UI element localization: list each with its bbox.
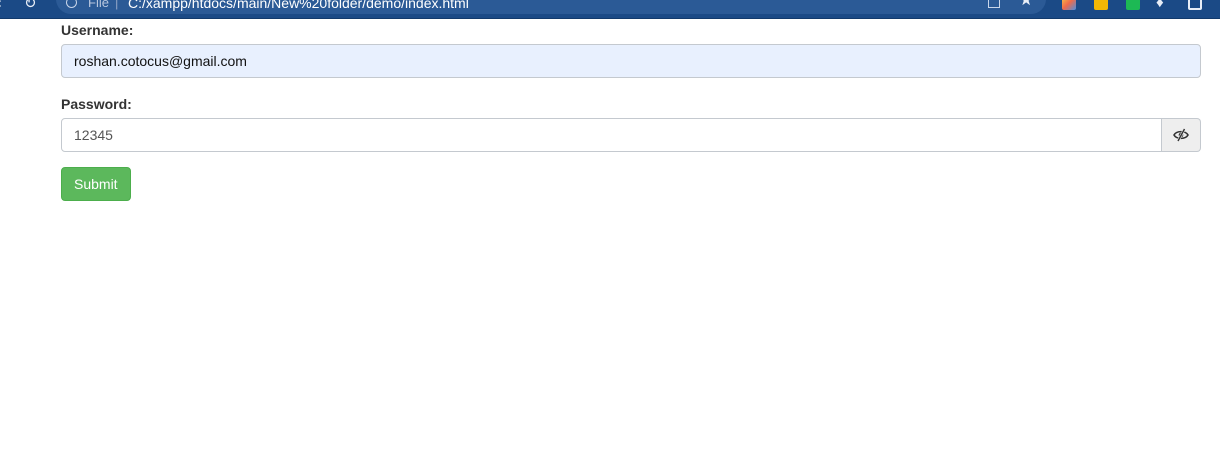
extension-icon[interactable] bbox=[1126, 0, 1140, 10]
toggle-password-button[interactable] bbox=[1162, 118, 1201, 152]
eye-slash-icon bbox=[1173, 128, 1189, 142]
reload-icon[interactable]: ↻ bbox=[24, 0, 37, 12]
password-input-group bbox=[61, 118, 1201, 152]
password-field[interactable] bbox=[61, 118, 1162, 152]
username-label: Username: bbox=[61, 22, 134, 38]
submit-button[interactable]: Submit bbox=[61, 167, 131, 201]
login-form: Username: Password: Submit bbox=[61, 22, 1201, 201]
url-text[interactable]: C:/xampp/htdocs/main/New%20folder/demo/i… bbox=[128, 0, 469, 11]
password-label: Password: bbox=[61, 96, 132, 112]
star-icon[interactable]: ★ bbox=[1019, 0, 1033, 10]
url-separator: | bbox=[115, 0, 119, 10]
profile-icon[interactable] bbox=[1188, 0, 1202, 10]
back-icon[interactable]: ‹ bbox=[0, 0, 2, 12]
url-scheme-label: File bbox=[88, 0, 109, 10]
extension-icon[interactable] bbox=[1094, 0, 1108, 10]
address-bar[interactable]: File | C:/xampp/htdocs/main/New%20folder… bbox=[56, 0, 1046, 14]
extension-icon[interactable] bbox=[1062, 0, 1076, 10]
puzzle-icon[interactable]: ♦ bbox=[1156, 0, 1164, 11]
page-icon[interactable] bbox=[988, 0, 1000, 8]
browser-toolbar: ‹ ↻ File | C:/xampp/htdocs/main/New%20fo… bbox=[0, 0, 1220, 19]
info-icon[interactable] bbox=[66, 0, 77, 8]
username-field[interactable] bbox=[61, 44, 1201, 78]
